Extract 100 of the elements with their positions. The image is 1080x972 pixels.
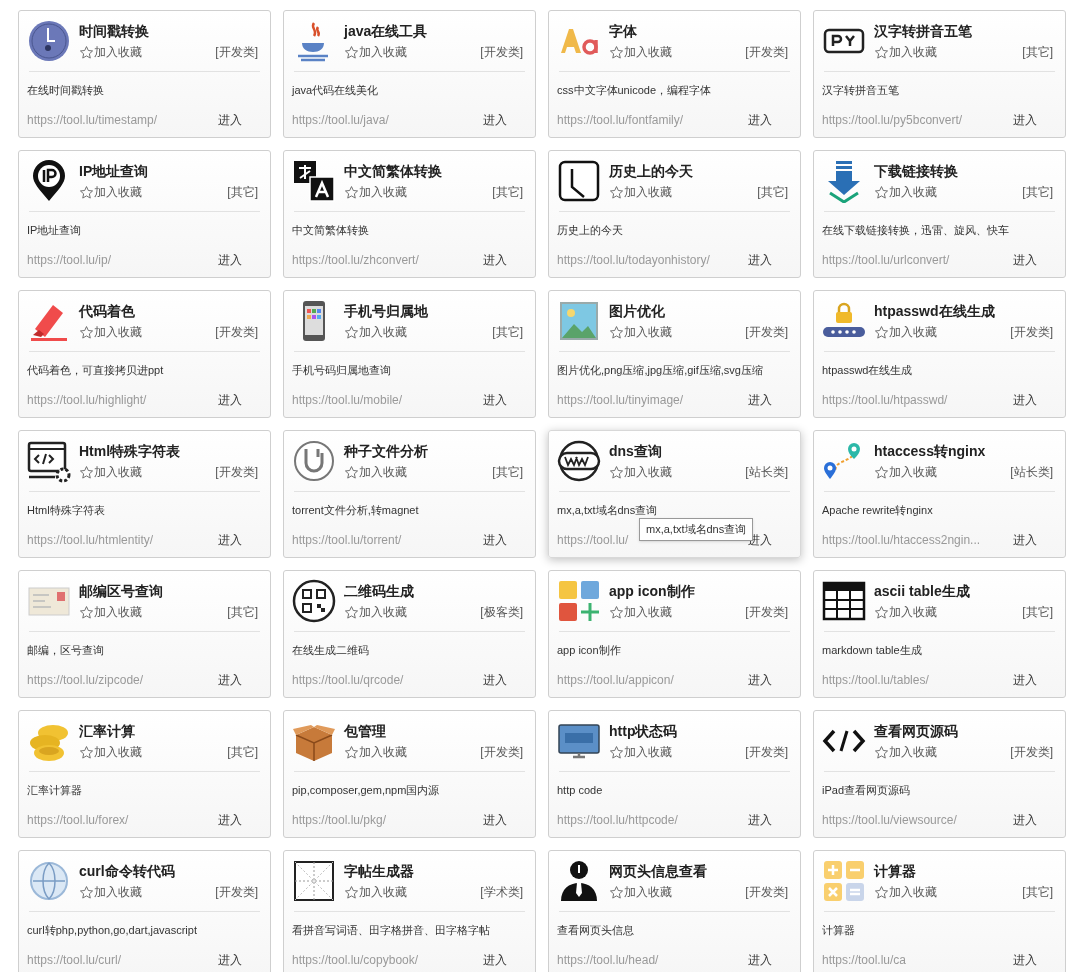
tool-card[interactable]: 历史上的今天 加入收藏 [其它] 历史上的今天 https://tool.lu/todayonhistory/ 进入 bbox=[548, 150, 801, 278]
tool-title[interactable]: 种子文件分析 bbox=[344, 441, 527, 461]
tool-card[interactable]: 图片优化 加入收藏 [开发类] 图片优化,png压缩,jpg压缩,gif压缩,svg压缩 https://tool.lu/tinyimage/ 进入 bbox=[548, 290, 801, 418]
enter-link[interactable]: 进入 bbox=[218, 672, 242, 688]
tool-title[interactable]: IP地址查询 bbox=[79, 161, 262, 181]
tool-card[interactable]: 手机号归属地 加入收藏 [其它] 手机号码归属地查询 https://tool.lu/mobile/ 进入 bbox=[283, 290, 536, 418]
favorite-button[interactable]: 加入收藏 bbox=[874, 603, 937, 621]
favorite-button[interactable]: 加入收藏 bbox=[344, 183, 407, 201]
enter-link[interactable]: 进入 bbox=[483, 952, 507, 968]
enter-link[interactable]: 进入 bbox=[748, 672, 772, 688]
tool-card[interactable]: 二维码生成 加入收藏 [极客类] 在线生成二维码 https://tool.lu/qrcode/ 进入 bbox=[283, 570, 536, 698]
tool-card[interactable]: 字帖生成器 加入收藏 [学术类] 看拼音写词语、田字格拼音、田字格字帖 https://tool.lu/copybook/ 进入 bbox=[283, 850, 536, 972]
tool-card[interactable]: 查看网页源码 加入收藏 [开发类] iPad查看网页源码 https://tool.lu/viewsource/ 进入 bbox=[813, 710, 1066, 838]
tool-card[interactable]: 包管理 加入收藏 [开发类] pip,composer,gem,npm国内源 https://tool.lu/pkg/ 进入 bbox=[283, 710, 536, 838]
enter-link[interactable]: 进入 bbox=[748, 392, 772, 408]
favorite-button[interactable]: 加入收藏 bbox=[609, 743, 672, 761]
favorite-button[interactable]: 加入收藏 bbox=[609, 43, 672, 61]
favorite-button[interactable]: 加入收藏 bbox=[874, 883, 937, 901]
enter-link[interactable]: 进入 bbox=[218, 252, 242, 268]
tool-title[interactable]: 查看网页源码 bbox=[874, 721, 1057, 741]
tool-card[interactable]: IP地址查询 加入收藏 [其它] IP地址查询 https://tool.lu/ip/ 进入 bbox=[18, 150, 271, 278]
enter-link[interactable]: 进入 bbox=[483, 532, 507, 548]
enter-link[interactable]: 进入 bbox=[218, 952, 242, 968]
enter-link[interactable]: 进入 bbox=[483, 812, 507, 828]
tool-card[interactable]: 汇率计算 加入收藏 [其它] 汇率计算器 https://tool.lu/forex/ 进入 bbox=[18, 710, 271, 838]
tool-title[interactable]: Html特殊字符表 bbox=[79, 441, 262, 461]
tool-card[interactable]: htpasswd在线生成 加入收藏 [开发类] htpasswd在线生成 https://tool.lu/htpasswd/ 进入 bbox=[813, 290, 1066, 418]
tool-card[interactable]: ascii table生成 加入收藏 [其它] markdown table生成 https://tool.lu/tables/ 进入 bbox=[813, 570, 1066, 698]
favorite-button[interactable]: 加入收藏 bbox=[344, 323, 407, 341]
favorite-button[interactable]: 加入收藏 bbox=[874, 743, 937, 761]
enter-link[interactable]: 进入 bbox=[748, 112, 772, 128]
tool-card[interactable]: 网页头信息查看 加入收藏 [开发类] 查看网页头信息 https://tool.lu/head/ 进入 bbox=[548, 850, 801, 972]
enter-link[interactable]: 进入 bbox=[218, 392, 242, 408]
tool-title[interactable]: 中文简繁体转换 bbox=[344, 161, 527, 181]
tool-title[interactable]: 汇率计算 bbox=[79, 721, 262, 741]
tool-title[interactable]: dns查询 bbox=[609, 441, 792, 461]
favorite-button[interactable]: 加入收藏 bbox=[609, 603, 672, 621]
enter-link[interactable]: 进入 bbox=[748, 952, 772, 968]
tool-title[interactable]: 下载链接转换 bbox=[874, 161, 1057, 181]
tool-title[interactable]: http状态码 bbox=[609, 721, 792, 741]
enter-link[interactable]: 进入 bbox=[483, 672, 507, 688]
tool-title[interactable]: 包管理 bbox=[344, 721, 527, 741]
tool-title[interactable]: 代码着色 bbox=[79, 301, 262, 321]
enter-link[interactable]: 进入 bbox=[1013, 252, 1037, 268]
favorite-button[interactable]: 加入收藏 bbox=[874, 323, 937, 341]
enter-link[interactable]: 进入 bbox=[1013, 812, 1037, 828]
tool-title[interactable]: java在线工具 bbox=[344, 21, 527, 41]
enter-link[interactable]: 进入 bbox=[1013, 392, 1037, 408]
tool-card[interactable]: http状态码 加入收藏 [开发类] http code https://tool.lu/httpcode/ 进入 bbox=[548, 710, 801, 838]
enter-link[interactable]: 进入 bbox=[483, 392, 507, 408]
tool-card[interactable]: java在线工具 加入收藏 [开发类] java代码在线美化 https://tool.lu/java/ 进入 bbox=[283, 10, 536, 138]
enter-link[interactable]: 进入 bbox=[748, 812, 772, 828]
tool-title[interactable]: 图片优化 bbox=[609, 301, 792, 321]
tool-title[interactable]: curl命令转代码 bbox=[79, 861, 262, 881]
tool-title[interactable]: 邮编区号查询 bbox=[79, 581, 262, 601]
tool-card[interactable]: 代码着色 加入收藏 [开发类] 代码着色，可直接拷贝进ppt https://tool.lu/highlight/ 进入 bbox=[18, 290, 271, 418]
favorite-button[interactable]: 加入收藏 bbox=[79, 883, 142, 901]
tool-title[interactable]: 字帖生成器 bbox=[344, 861, 527, 881]
tool-card[interactable]: app icon制作 加入收藏 [开发类] app icon制作 https://tool.lu/appicon/ 进入 bbox=[548, 570, 801, 698]
favorite-button[interactable]: 加入收藏 bbox=[609, 883, 672, 901]
favorite-button[interactable]: 加入收藏 bbox=[344, 603, 407, 621]
tool-title[interactable]: 字体 bbox=[609, 21, 792, 41]
tool-card[interactable]: 时间戳转换 加入收藏 [开发类] 在线时间戳转换 https://tool.lu/timestamp/ 进入 bbox=[18, 10, 271, 138]
favorite-button[interactable]: 加入收藏 bbox=[79, 183, 142, 201]
enter-link[interactable]: 进入 bbox=[218, 532, 242, 548]
favorite-button[interactable]: 加入收藏 bbox=[344, 743, 407, 761]
favorite-button[interactable]: 加入收藏 bbox=[79, 323, 142, 341]
enter-link[interactable]: 进入 bbox=[1013, 952, 1037, 968]
favorite-button[interactable]: 加入收藏 bbox=[79, 463, 142, 481]
tool-card[interactable]: 字体 加入收藏 [开发类] css中文字体unicode，编程字体 https://tool.lu/fontfamily/ 进入 bbox=[548, 10, 801, 138]
enter-link[interactable]: 进入 bbox=[748, 252, 772, 268]
favorite-button[interactable]: 加入收藏 bbox=[609, 323, 672, 341]
tool-card[interactable]: Html特殊字符表 加入收藏 [开发类] Html特殊字符表 https://tool.lu/htmlentity/ 进入 bbox=[18, 430, 271, 558]
favorite-button[interactable]: 加入收藏 bbox=[874, 463, 937, 481]
tool-card[interactable]: 中文简繁体转换 加入收藏 [其它] 中文简繁体转换 https://tool.lu/zhconvert/ 进入 bbox=[283, 150, 536, 278]
favorite-button[interactable]: 加入收藏 bbox=[874, 183, 937, 201]
favorite-button[interactable]: 加入收藏 bbox=[79, 603, 142, 621]
favorite-button[interactable]: 加入收藏 bbox=[874, 43, 937, 61]
tool-card[interactable]: 汉字转拼音五笔 加入收藏 [其它] 汉字转拼音五笔 https://tool.lu/py5bconvert/ 进入 bbox=[813, 10, 1066, 138]
enter-link[interactable]: 进入 bbox=[1013, 112, 1037, 128]
enter-link[interactable]: 进入 bbox=[1013, 672, 1037, 688]
enter-link[interactable]: 进入 bbox=[483, 112, 507, 128]
enter-link[interactable]: 进入 bbox=[218, 812, 242, 828]
tool-title[interactable]: app icon制作 bbox=[609, 581, 792, 601]
favorite-button[interactable]: 加入收藏 bbox=[344, 43, 407, 61]
tool-card[interactable]: curl命令转代码 加入收藏 [开发类] curl转php,python,go,dart,javascript https://tool.lu/curl/ 进入 bbox=[18, 850, 271, 972]
tool-card[interactable]: 种子文件分析 加入收藏 [其它] torrent文件分析,转magnet https://tool.lu/torrent/ 进入 bbox=[283, 430, 536, 558]
tool-title[interactable]: htaccess转nginx bbox=[874, 441, 1057, 461]
tool-card[interactable]: 计算器 加入收藏 [其它] 计算器 https://tool.lu/ca 进入 bbox=[813, 850, 1066, 972]
tool-title[interactable]: 手机号归属地 bbox=[344, 301, 527, 321]
tool-card[interactable]: 邮编区号查询 加入收藏 [其它] 邮编，区号查询 https://tool.lu/zipcode/ 进入 bbox=[18, 570, 271, 698]
tool-title[interactable]: htpasswd在线生成 bbox=[874, 301, 1057, 321]
enter-link[interactable]: 进入 bbox=[483, 252, 507, 268]
favorite-button[interactable]: 加入收藏 bbox=[609, 183, 672, 201]
favorite-button[interactable]: 加入收藏 bbox=[79, 43, 142, 61]
tool-title[interactable]: 网页头信息查看 bbox=[609, 861, 792, 881]
tool-title[interactable]: 汉字转拼音五笔 bbox=[874, 21, 1057, 41]
tool-title[interactable]: ascii table生成 bbox=[874, 581, 1057, 601]
tool-card[interactable]: 下载链接转换 加入收藏 [其它] 在线下载链接转换，迅雷、旋风、快车 https://tool.lu/urlconvert/ 进入 bbox=[813, 150, 1066, 278]
favorite-button[interactable]: 加入收藏 bbox=[79, 743, 142, 761]
